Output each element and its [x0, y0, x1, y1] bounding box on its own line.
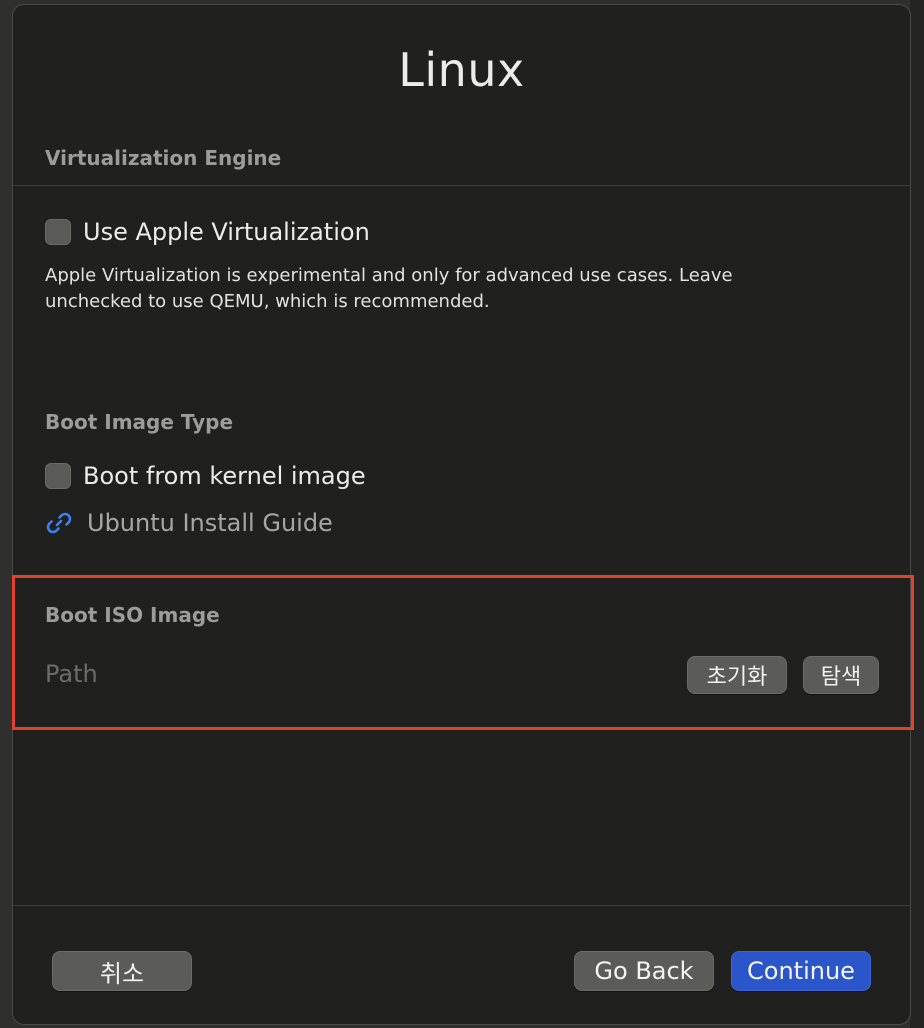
- background-window-edge: [910, 0, 924, 1028]
- dialog-title: Linux: [398, 43, 525, 97]
- virtualization-description: Apple Virtualization is experimental and…: [45, 265, 733, 312]
- boot-from-kernel-row[interactable]: Boot from kernel image: [45, 462, 366, 490]
- linux-setup-sheet: Linux Virtualization Engine Use Apple Vi…: [12, 4, 911, 1025]
- header-divider: [13, 185, 910, 186]
- go-back-button[interactable]: Go Back: [574, 951, 714, 991]
- boot-from-kernel-checkbox[interactable]: [45, 463, 71, 489]
- use-apple-virtualization-checkbox[interactable]: [45, 219, 71, 245]
- boot-from-kernel-label[interactable]: Boot from kernel image: [83, 462, 366, 490]
- ubuntu-install-guide-label[interactable]: Ubuntu Install Guide: [87, 509, 333, 537]
- ubuntu-install-guide-link[interactable]: Ubuntu Install Guide: [45, 509, 333, 537]
- boot-iso-highlight-box: [12, 575, 914, 730]
- footer-divider: [13, 905, 910, 906]
- use-apple-virtualization-label[interactable]: Use Apple Virtualization: [83, 218, 370, 246]
- link-icon: [45, 509, 73, 537]
- boot-image-type-label: Boot Image Type: [45, 410, 234, 434]
- virtualization-engine-label: Virtualization Engine: [45, 146, 282, 170]
- use-apple-virtualization-row[interactable]: Use Apple Virtualization: [45, 218, 370, 246]
- cancel-button[interactable]: 취소: [52, 951, 192, 991]
- continue-button[interactable]: Continue: [731, 951, 871, 991]
